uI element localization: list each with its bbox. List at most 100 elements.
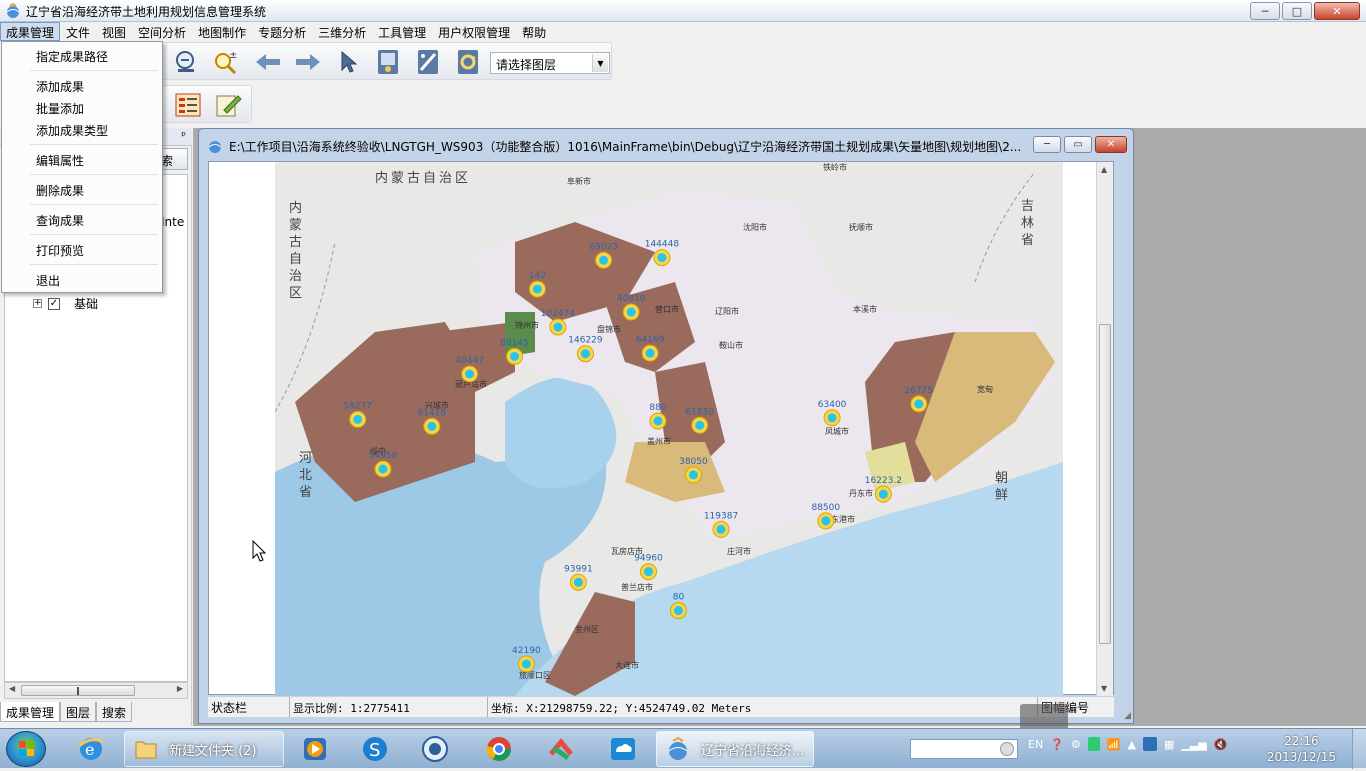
menu-item-batch-add[interactable]: 批量添加	[36, 100, 84, 117]
map-vertical-scrollbar[interactable]: ▲ ▼	[1096, 162, 1113, 696]
scroll-right-icon[interactable]: ▶	[177, 684, 183, 693]
child-close-button[interactable]: ✕	[1095, 136, 1127, 153]
map-canvas[interactable]: 内蒙古自治区内蒙古自治区吉林省河北省朝鲜 阜新市沈阳市铁岭市抚顺市本溪市辽阳市鞍…	[275, 162, 1063, 696]
system-clock[interactable]: 22:16 2013/12/15	[1267, 733, 1336, 765]
scale-readout: 显示比例: 1:2775411	[290, 697, 488, 717]
measure-tool-icon[interactable]	[413, 47, 443, 77]
edit-pencil-icon[interactable]	[213, 90, 243, 120]
map-marker-label: 64169	[636, 335, 665, 345]
refresh-tool-icon[interactable]	[453, 47, 483, 77]
taskbar-app-gis-system[interactable]: 辽宁省沿海经济...	[656, 731, 814, 767]
security-shield-icon[interactable]	[1087, 737, 1100, 751]
menu-item-exit[interactable]: 退出	[36, 272, 60, 289]
search-button[interactable]: 索	[160, 148, 188, 170]
menu-item-query-result[interactable]: 查询成果	[36, 212, 84, 229]
forward-arrow-icon[interactable]	[293, 47, 323, 77]
tree-horizontal-scrollbar[interactable]: ◀ ‖ ▶	[4, 682, 188, 699]
tab-results-management[interactable]: 成果管理	[0, 702, 61, 722]
scroll-left-icon[interactable]: ◀	[9, 684, 15, 693]
tab-search[interactable]: 搜索	[96, 702, 133, 722]
show-desktop-button[interactable]	[1352, 729, 1366, 769]
tree-node-basic[interactable]: + ✓ 基础	[33, 295, 98, 312]
map-marker-label: 54958	[369, 451, 398, 461]
start-button[interactable]	[6, 731, 46, 767]
map-marker[interactable]: 142	[529, 271, 546, 298]
tools-taskbar-icon[interactable]	[536, 731, 586, 767]
map-marker-label: 144448	[645, 240, 680, 250]
child-restore-button[interactable]: ▭	[1064, 136, 1092, 153]
signal-bars-icon[interactable]: ▁▃▅	[1181, 738, 1206, 751]
menu-item-delete-result[interactable]: 删除成果	[36, 182, 84, 199]
scroll-up-icon[interactable]: ▲	[1101, 165, 1107, 174]
scroll-down-icon[interactable]: ▼	[1101, 684, 1107, 693]
map-city-label: 东港市	[831, 514, 855, 524]
restore-icon: ▭	[1073, 139, 1083, 150]
menu-item-print-preview[interactable]: 打印预览	[36, 242, 84, 259]
map-marker[interactable]: 880	[649, 403, 667, 430]
expand-plus-icon[interactable]: +	[33, 299, 42, 308]
menu-item-edit-attributes[interactable]: 编辑属性	[36, 152, 84, 169]
map-statusbar: 状态栏 显示比例: 1:2775411 坐标: X:21298759.22; Y…	[208, 697, 1114, 717]
coordinate-readout: 坐标: X:21298759.22; Y:4524749.02 Meters	[488, 697, 1038, 717]
menu-user-permissions[interactable]: 用户权限管理	[432, 22, 516, 41]
menu-item-add-result-type[interactable]: 添加成果类型	[36, 122, 108, 139]
layer-visibility-checkbox[interactable]: ✓	[48, 297, 60, 310]
menu-tools[interactable]: 工具管理	[372, 22, 432, 41]
tab-layers[interactable]: 图层	[60, 702, 97, 722]
app-globe-icon	[668, 736, 688, 760]
network-icon[interactable]: 📶	[1107, 738, 1121, 751]
media-player-taskbar-icon[interactable]	[290, 731, 340, 767]
defender-icon[interactable]	[1142, 737, 1157, 751]
maximize-button[interactable]: □	[1282, 2, 1312, 20]
menu-item-add-result[interactable]: 添加成果	[36, 78, 84, 95]
main-toolbar: ± 请选择图层 ▼	[160, 42, 612, 80]
taskbar-app-new-folder[interactable]: 新建文件夹 (2)	[124, 731, 284, 767]
scroll-thumb[interactable]: ‖	[21, 685, 135, 696]
menu-map-making[interactable]: 地图制作	[192, 22, 252, 41]
menu-view[interactable]: 视图	[96, 22, 132, 41]
map-city-label: 盖州市	[647, 436, 671, 446]
volume-muted-icon[interactable]: 🔇	[1214, 738, 1228, 751]
map-frame[interactable]: 内蒙古自治区 内蒙古自治区 吉林省 河北省 朝鲜 阜新市 沈阳市 铁岭市 抚顺市 本溪市 辽阳市鞍…	[208, 161, 1114, 696]
map-marker-label: 38050	[679, 457, 708, 467]
map-city-label: 营口市	[655, 304, 679, 314]
tree-partial-label: Inte	[161, 215, 185, 229]
menu-spatial-analysis[interactable]: 空间分析	[132, 22, 192, 41]
select-pointer-icon[interactable]	[333, 47, 363, 77]
child-minimize-button[interactable]: ─	[1033, 136, 1061, 153]
menu-help[interactable]: 帮助	[516, 22, 552, 41]
map-city-label: 阜新市	[567, 176, 591, 186]
chrome-taskbar-icon[interactable]	[474, 731, 524, 767]
back-arrow-icon[interactable]	[253, 47, 283, 77]
map-scroll-thumb[interactable]	[1099, 324, 1111, 644]
menu-results-management[interactable]: 成果管理	[0, 22, 61, 41]
show-hidden-icons-icon[interactable]: ▲	[1127, 738, 1135, 751]
help-icon[interactable]: ❓	[1050, 738, 1064, 751]
minimize-button[interactable]: ─	[1250, 2, 1280, 20]
device-icon[interactable]: ▦	[1164, 738, 1174, 751]
close-button[interactable]: ✕	[1314, 2, 1360, 20]
legend-list-icon[interactable]	[173, 90, 203, 120]
taskbar-search-input[interactable]	[910, 739, 1018, 759]
identify-tool-icon[interactable]	[373, 47, 403, 77]
menu-item-set-results-path[interactable]: 指定成果路径	[36, 48, 108, 65]
cloud-drive-taskbar-icon[interactable]	[598, 731, 648, 767]
menu-3d-analysis[interactable]: 三维分析	[312, 22, 372, 41]
language-indicator[interactable]: EN	[1028, 738, 1043, 751]
menu-thematic-analysis[interactable]: 专题分析	[252, 22, 312, 41]
ime-settings-icon[interactable]: ⚙	[1071, 738, 1081, 751]
sogou-taskbar-icon[interactable]: S	[350, 731, 400, 767]
map-city-label: 辽阳市	[715, 306, 739, 316]
resize-grip-icon[interactable]: ◢	[1124, 711, 1131, 721]
chevron-down-icon[interactable]: ▼	[592, 54, 608, 72]
pin-icon[interactable]: ᵖ	[181, 129, 186, 142]
zoom-in-tool-icon[interactable]: ±	[211, 47, 241, 77]
map-marker[interactable]: 80	[669, 593, 687, 620]
university-app-taskbar-icon[interactable]	[410, 731, 460, 767]
map-window-title: E:\工作项目\沿海系统终验收\LNGTGH_WS903（功能整合版）1016\…	[229, 139, 1022, 154]
map-marker-label: 93991	[564, 564, 593, 574]
zoom-out-tool-icon[interactable]	[171, 47, 201, 77]
ie-taskbar-icon[interactable]: e	[66, 731, 116, 767]
layer-select[interactable]: 请选择图层 ▼	[490, 52, 610, 74]
menu-file[interactable]: 文件	[60, 22, 96, 41]
